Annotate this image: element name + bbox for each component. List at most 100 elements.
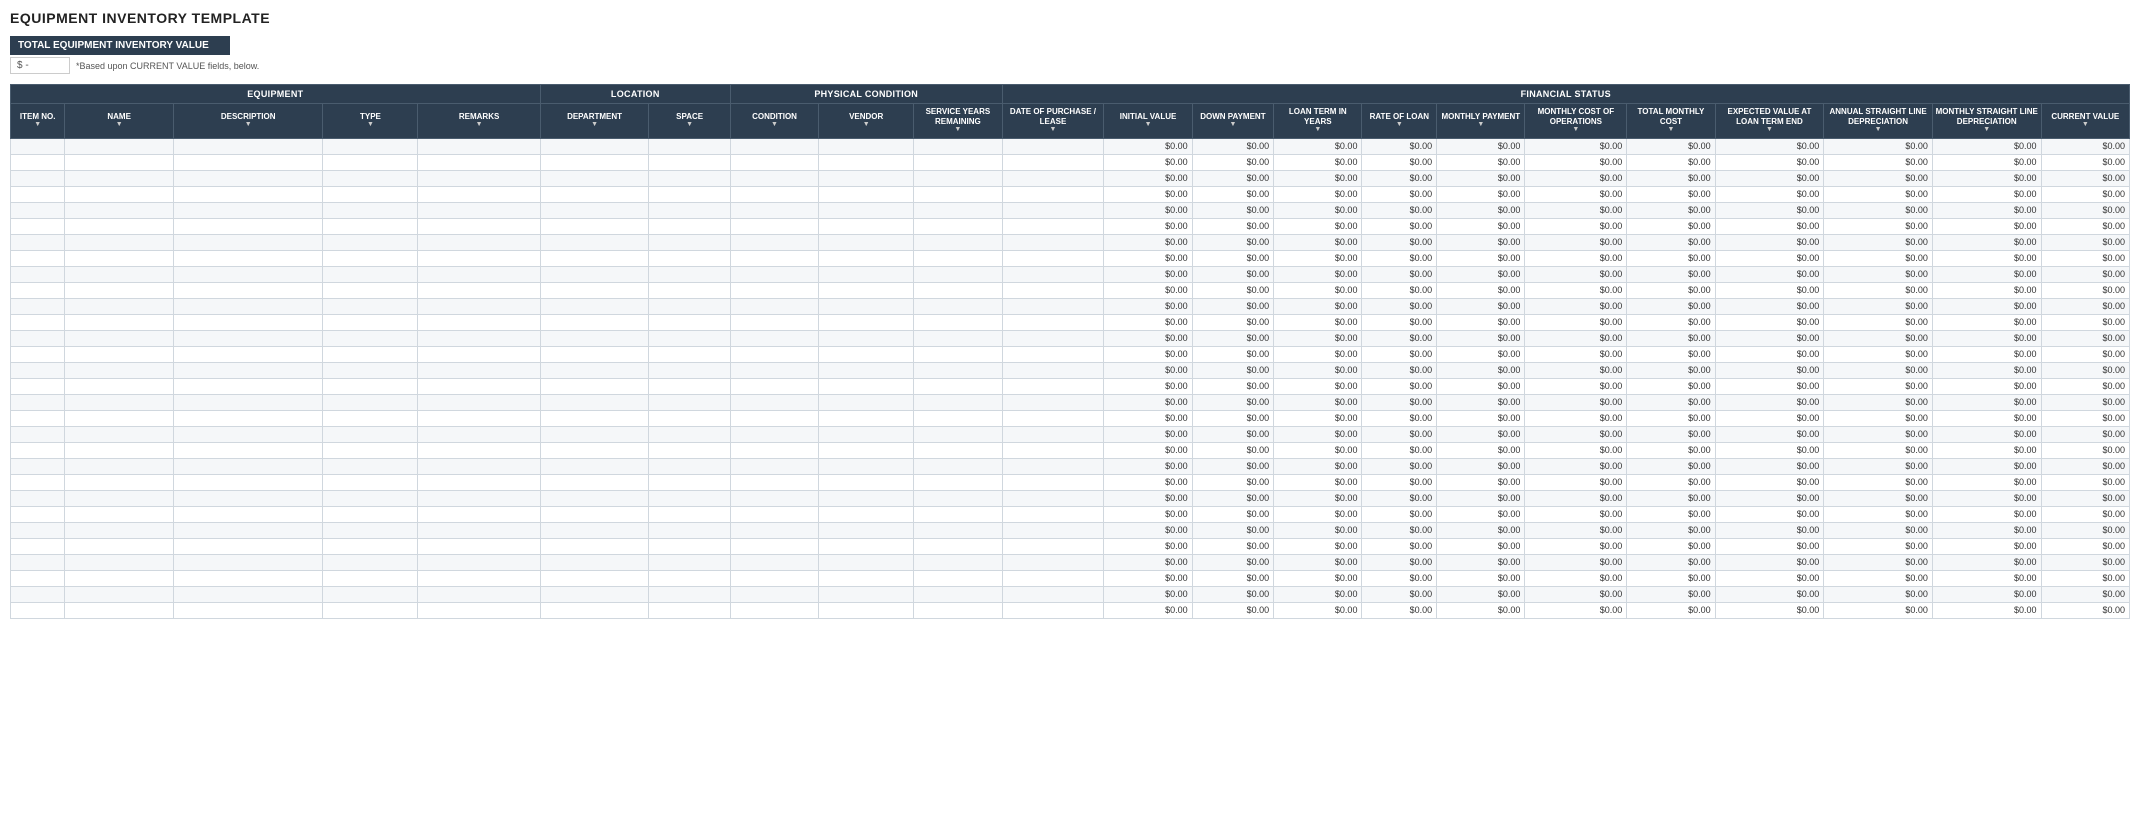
cell-value[interactable]: $0.00 <box>1104 602 1192 618</box>
cell-date[interactable] <box>1002 378 1104 394</box>
cell-value[interactable]: $0.00 <box>1192 410 1274 426</box>
cell-value[interactable]: $0.00 <box>1525 554 1627 570</box>
cell-value[interactable]: $0.00 <box>1627 586 1715 602</box>
cell-value[interactable]: $0.00 <box>1824 298 1933 314</box>
cell-text[interactable] <box>173 602 322 618</box>
cell-text[interactable] <box>730 522 818 538</box>
cell-value[interactable]: $0.00 <box>1104 346 1192 362</box>
cell-value[interactable]: $0.00 <box>1824 570 1933 586</box>
cell-text[interactable] <box>11 218 65 234</box>
cell-value[interactable]: $0.00 <box>2041 490 2129 506</box>
cell-value[interactable]: $0.00 <box>1274 458 1362 474</box>
cell-text[interactable] <box>418 570 540 586</box>
cell-text[interactable] <box>914 250 1002 266</box>
cell-text[interactable] <box>819 410 914 426</box>
cell-value[interactable]: $0.00 <box>1437 298 1525 314</box>
cell-text[interactable] <box>914 234 1002 250</box>
cell-text[interactable] <box>65 554 174 570</box>
cell-date[interactable] <box>1002 314 1104 330</box>
cell-value[interactable]: $0.00 <box>1932 314 2041 330</box>
cell-value[interactable]: $0.00 <box>1192 602 1274 618</box>
cell-text[interactable] <box>11 506 65 522</box>
cell-value[interactable]: $0.00 <box>1362 266 1437 282</box>
cell-text[interactable] <box>540 570 649 586</box>
cell-value[interactable]: $0.00 <box>1104 554 1192 570</box>
cell-value[interactable]: $0.00 <box>1627 362 1715 378</box>
cell-value[interactable]: $0.00 <box>1437 346 1525 362</box>
cell-text[interactable] <box>914 394 1002 410</box>
cell-value[interactable]: $0.00 <box>1525 282 1627 298</box>
cell-text[interactable] <box>649 490 731 506</box>
cell-text[interactable] <box>65 298 174 314</box>
col-down-payment[interactable]: DOWN PAYMENT▼ <box>1192 104 1274 139</box>
cell-value[interactable]: $0.00 <box>1192 298 1274 314</box>
cell-value[interactable]: $0.00 <box>1437 202 1525 218</box>
cell-value[interactable]: $0.00 <box>1362 570 1437 586</box>
cell-text[interactable] <box>323 234 418 250</box>
cell-value[interactable]: $0.00 <box>1824 522 1933 538</box>
cell-value[interactable]: $0.00 <box>1274 602 1362 618</box>
cell-text[interactable] <box>418 250 540 266</box>
cell-value[interactable]: $0.00 <box>1824 474 1933 490</box>
cell-text[interactable] <box>173 346 322 362</box>
cell-text[interactable] <box>540 554 649 570</box>
cell-text[interactable] <box>11 458 65 474</box>
cell-value[interactable]: $0.00 <box>1274 474 1362 490</box>
cell-value[interactable]: $0.00 <box>1932 218 2041 234</box>
cell-text[interactable] <box>730 474 818 490</box>
cell-value[interactable]: $0.00 <box>1192 234 1274 250</box>
cell-value[interactable]: $0.00 <box>2041 314 2129 330</box>
cell-value[interactable]: $0.00 <box>1525 186 1627 202</box>
cell-value[interactable]: $0.00 <box>1192 506 1274 522</box>
cell-text[interactable] <box>323 154 418 170</box>
cell-text[interactable] <box>914 154 1002 170</box>
cell-text[interactable] <box>914 202 1002 218</box>
cell-value[interactable]: $0.00 <box>1525 218 1627 234</box>
cell-text[interactable] <box>418 298 540 314</box>
cell-value[interactable]: $0.00 <box>1192 330 1274 346</box>
cell-text[interactable] <box>418 474 540 490</box>
cell-value[interactable]: $0.00 <box>1192 522 1274 538</box>
cell-text[interactable] <box>819 490 914 506</box>
cell-text[interactable] <box>173 586 322 602</box>
cell-value[interactable]: $0.00 <box>1627 266 1715 282</box>
cell-text[interactable] <box>65 458 174 474</box>
cell-value[interactable]: $0.00 <box>1192 538 1274 554</box>
cell-text[interactable] <box>418 362 540 378</box>
cell-value[interactable]: $0.00 <box>1627 234 1715 250</box>
cell-text[interactable] <box>418 538 540 554</box>
cell-value[interactable]: $0.00 <box>1192 474 1274 490</box>
col-item-no[interactable]: ITEM NO.▼ <box>11 104 65 139</box>
cell-value[interactable]: $0.00 <box>1627 218 1715 234</box>
cell-value[interactable]: $0.00 <box>1104 170 1192 186</box>
cell-value[interactable]: $0.00 <box>2041 458 2129 474</box>
cell-text[interactable] <box>914 314 1002 330</box>
cell-text[interactable] <box>819 170 914 186</box>
cell-value[interactable]: $0.00 <box>1362 170 1437 186</box>
cell-value[interactable]: $0.00 <box>1274 394 1362 410</box>
cell-text[interactable] <box>11 154 65 170</box>
table-row[interactable]: $0.00$0.00$0.00$0.00$0.00$0.00$0.00$0.00… <box>11 378 2130 394</box>
cell-date[interactable] <box>1002 410 1104 426</box>
cell-text[interactable] <box>819 522 914 538</box>
cell-value[interactable]: $0.00 <box>1274 362 1362 378</box>
cell-value[interactable]: $0.00 <box>1627 442 1715 458</box>
cell-value[interactable]: $0.00 <box>1437 410 1525 426</box>
cell-value[interactable]: $0.00 <box>1192 570 1274 586</box>
cell-date[interactable] <box>1002 394 1104 410</box>
cell-value[interactable]: $0.00 <box>1192 154 1274 170</box>
cell-text[interactable] <box>730 314 818 330</box>
cell-value[interactable]: $0.00 <box>1932 458 2041 474</box>
cell-value[interactable]: $0.00 <box>1192 282 1274 298</box>
cell-value[interactable]: $0.00 <box>1824 506 1933 522</box>
cell-date[interactable] <box>1002 138 1104 154</box>
cell-text[interactable] <box>914 218 1002 234</box>
col-department[interactable]: DEPARTMENT▼ <box>540 104 649 139</box>
cell-text[interactable] <box>323 346 418 362</box>
cell-value[interactable]: $0.00 <box>2041 186 2129 202</box>
cell-text[interactable] <box>540 282 649 298</box>
cell-text[interactable] <box>914 282 1002 298</box>
cell-text[interactable] <box>65 426 174 442</box>
cell-text[interactable] <box>418 346 540 362</box>
cell-value[interactable]: $0.00 <box>1362 426 1437 442</box>
